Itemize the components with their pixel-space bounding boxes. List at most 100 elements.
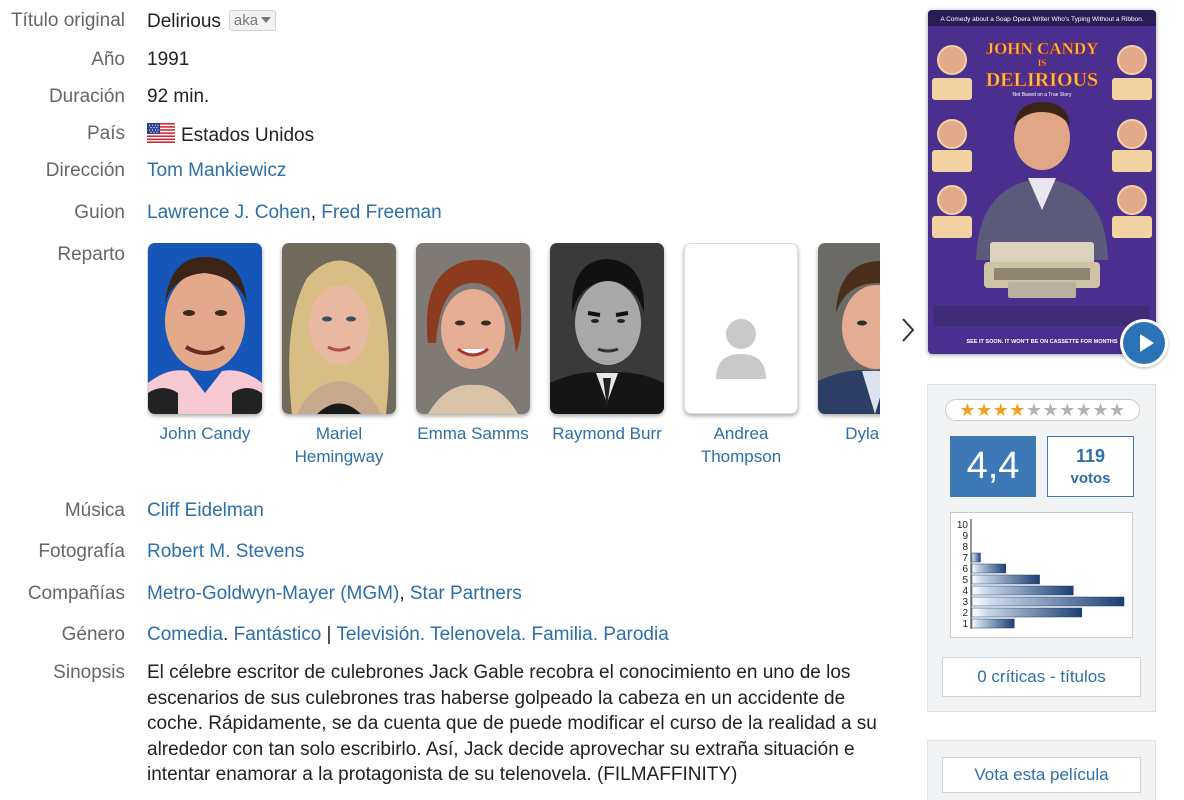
- row-original-title: Título original Delirious aka: [0, 10, 900, 36]
- label-cinematography: Fotografía: [38, 541, 125, 562]
- actor-name-link[interactable]: Raymond Burr: [549, 422, 665, 445]
- genre-link[interactable]: Fantástico: [234, 624, 322, 645]
- histogram-bar: [971, 618, 1015, 629]
- histogram-bar: [971, 596, 1125, 607]
- star-rating: ★★★★★★★★★★: [945, 399, 1140, 421]
- label-duration: Duración: [48, 86, 125, 107]
- histogram-bar: [971, 607, 1083, 618]
- actor-name-link[interactable]: Andrea Thompson: [683, 422, 799, 468]
- duration-value: 92 min.: [147, 86, 210, 107]
- company-link[interactable]: Star Partners: [410, 583, 522, 604]
- screenplay-value: Lawrence J. Cohen, Fred Freeman: [147, 202, 442, 224]
- separator: .: [223, 624, 229, 645]
- histogram-label: 10: [957, 520, 969, 531]
- poster-title-line1: JOHN CANDY: [986, 39, 1099, 58]
- histogram-label: 1: [962, 619, 968, 630]
- rating-histogram[interactable]: 10 9 8 7 6 5 4 3 2 1: [950, 512, 1133, 638]
- label-music: Música: [64, 500, 125, 521]
- country-name: Estados Unidos: [181, 125, 315, 146]
- movie-poster[interactable]: A Comedy about a Soap Opera Writer Who's…: [928, 10, 1156, 354]
- actor-name-link[interactable]: John Candy: [147, 422, 263, 445]
- play-icon: [1123, 322, 1165, 364]
- topic-link[interactable]: Telenovela: [430, 624, 521, 645]
- companies-value: Metro-Goldwyn-Mayer (MGM), Star Partners: [147, 583, 522, 605]
- histogram-label: 2: [962, 608, 968, 619]
- cast-card[interactable]: Andrea Thompson: [683, 243, 799, 468]
- cast-card[interactable]: Mariel Hemingway: [281, 243, 397, 468]
- separator: |: [326, 624, 332, 645]
- vote-panel: Vota esta película: [927, 740, 1156, 800]
- rating-panel: ★★★★★★★★★★ 4,4 119 votos 10 9 8 7 6 5 4 3 2 1 0 c…: [927, 384, 1156, 712]
- actor-photo[interactable]: [818, 243, 880, 414]
- original-title: Delirious: [147, 11, 221, 32]
- poster-tagline: A Comedy about a Soap Opera Writer Who's…: [940, 16, 1144, 23]
- label-original-title: Título original: [10, 10, 125, 31]
- aka-label: aka: [233, 12, 259, 29]
- composer-link[interactable]: Cliff Eidelman: [147, 500, 264, 522]
- separator: .: [520, 624, 527, 645]
- country-value: Estados Unidos: [147, 123, 314, 147]
- screenwriter-link[interactable]: Fred Freeman: [321, 202, 441, 223]
- separator: ,: [399, 583, 405, 604]
- poster-footer: SEE IT SOON. IT WON'T BE ON CASSETTE FOR…: [966, 339, 1117, 345]
- screenwriter-link[interactable]: Lawrence J. Cohen: [147, 202, 311, 223]
- reviews-link[interactable]: 0 críticas - títulos: [942, 657, 1141, 697]
- aka-dropdown[interactable]: aka: [228, 10, 277, 31]
- poster-title-is: IS: [1038, 58, 1047, 68]
- chevron-down-icon: [261, 17, 272, 23]
- votes-number: 119: [1075, 446, 1106, 466]
- cast-card[interactable]: Dylan B: [817, 243, 880, 445]
- chevron-right-icon[interactable]: [898, 316, 918, 344]
- histogram-label: 3: [962, 597, 968, 608]
- actor-photo[interactable]: [550, 243, 664, 414]
- cast-card[interactable]: Raymond Burr: [549, 243, 665, 445]
- director-link[interactable]: Tom Mankiewicz: [147, 160, 286, 182]
- label-companies: Compañías: [27, 583, 125, 604]
- histogram-label: 6: [962, 564, 968, 575]
- genre-link[interactable]: Comedia: [147, 624, 223, 645]
- actor-photo[interactable]: [148, 243, 262, 414]
- cast-card[interactable]: Emma Samms: [415, 243, 531, 445]
- separator: ,: [310, 202, 316, 223]
- actor-name-link[interactable]: Emma Samms: [415, 422, 531, 445]
- label-screenplay: Guion: [74, 202, 125, 223]
- histogram-bar: [971, 563, 1007, 574]
- user-silhouette-icon: [716, 319, 766, 379]
- label-genre: Género: [61, 624, 125, 645]
- histogram-bar: [971, 552, 981, 563]
- actor-name-link[interactable]: Mariel Hemingway: [281, 422, 397, 468]
- cast-carousel: John Candy Mariel Hemingway Emma Samms R…: [147, 243, 880, 473]
- histogram-label: 9: [962, 531, 968, 542]
- year-value: 1991: [147, 49, 190, 70]
- stars-filled: ★★★★: [959, 400, 1026, 420]
- separator: .: [419, 624, 426, 645]
- actor-name-link[interactable]: Dylan B: [817, 422, 880, 445]
- company-link[interactable]: Metro-Goldwyn-Mayer (MGM): [147, 583, 399, 604]
- us-flag-icon: [147, 123, 175, 143]
- cinematographer-link[interactable]: Robert M. Stevens: [147, 541, 304, 563]
- genre-value: Comedia. Fantástico | Televisión. Teleno…: [147, 624, 669, 646]
- histogram-label: 7: [962, 553, 968, 564]
- label-cast: Reparto: [57, 244, 125, 265]
- votes-label: votos: [1070, 470, 1111, 487]
- original-title-value: Delirious aka: [147, 10, 277, 33]
- label-director: Dirección: [45, 160, 125, 181]
- topic-link[interactable]: Televisión: [336, 624, 419, 645]
- cast-card[interactable]: John Candy: [147, 243, 263, 445]
- actor-photo[interactable]: [282, 243, 396, 414]
- separator: .: [592, 624, 598, 645]
- votes-count[interactable]: 119 votos: [1047, 436, 1134, 497]
- actor-photo[interactable]: [416, 243, 530, 414]
- label-country: País: [86, 123, 125, 144]
- histogram-bar: [971, 574, 1040, 585]
- label-synopsis: Sinopsis: [53, 662, 125, 683]
- histogram-label: 4: [962, 586, 968, 597]
- play-trailer-button[interactable]: [1120, 319, 1168, 367]
- histogram-bar: [971, 585, 1074, 596]
- topic-link[interactable]: Familia: [531, 624, 592, 645]
- poster-subtitle: Not Based on a True Story: [1013, 92, 1072, 98]
- actor-photo-placeholder[interactable]: [684, 243, 798, 414]
- vote-movie-button[interactable]: Vota esta película: [942, 757, 1141, 793]
- topic-link[interactable]: Parodia: [603, 624, 669, 645]
- average-score: 4,4: [950, 436, 1036, 497]
